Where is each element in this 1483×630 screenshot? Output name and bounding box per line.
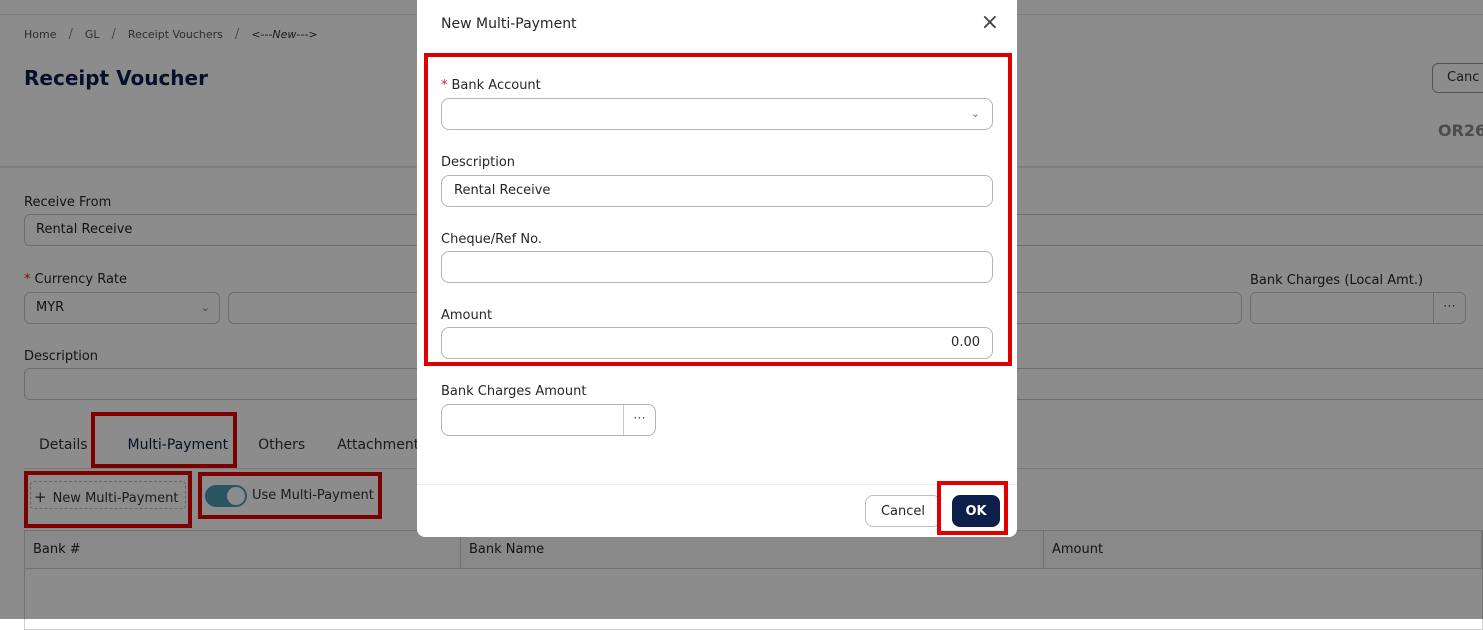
bank-charges-amount-label: Bank Charges Amount xyxy=(441,384,587,399)
cheque-ref-label: Cheque/Ref No. xyxy=(441,232,542,247)
ellipsis-icon[interactable]: ⋯ xyxy=(623,405,655,435)
bank-charges-amount-input[interactable]: ⋯ xyxy=(441,404,656,436)
amount-input[interactable]: 0.00 xyxy=(441,327,993,359)
dialog-footer-divider xyxy=(417,484,1017,485)
bank-account-label: * Bank Account xyxy=(441,78,541,93)
dialog-title: New Multi-Payment xyxy=(441,16,577,32)
new-multi-payment-dialog: New Multi-Payment × * Bank Account ⌄ Desc… xyxy=(417,0,1017,537)
chevron-down-icon: ⌄ xyxy=(970,107,980,120)
dialog-ok-button[interactable]: OK xyxy=(952,495,1000,527)
required-marker: * xyxy=(441,78,448,93)
cheque-ref-input[interactable] xyxy=(441,251,993,283)
dialog-description-label: Description xyxy=(441,155,516,170)
close-icon[interactable]: × xyxy=(981,12,999,34)
dialog-cancel-button[interactable]: Cancel xyxy=(865,495,941,527)
dialog-description-input[interactable]: Rental Receive xyxy=(441,175,993,207)
bank-account-select[interactable]: ⌄ xyxy=(441,98,993,130)
amount-label: Amount xyxy=(441,308,493,323)
